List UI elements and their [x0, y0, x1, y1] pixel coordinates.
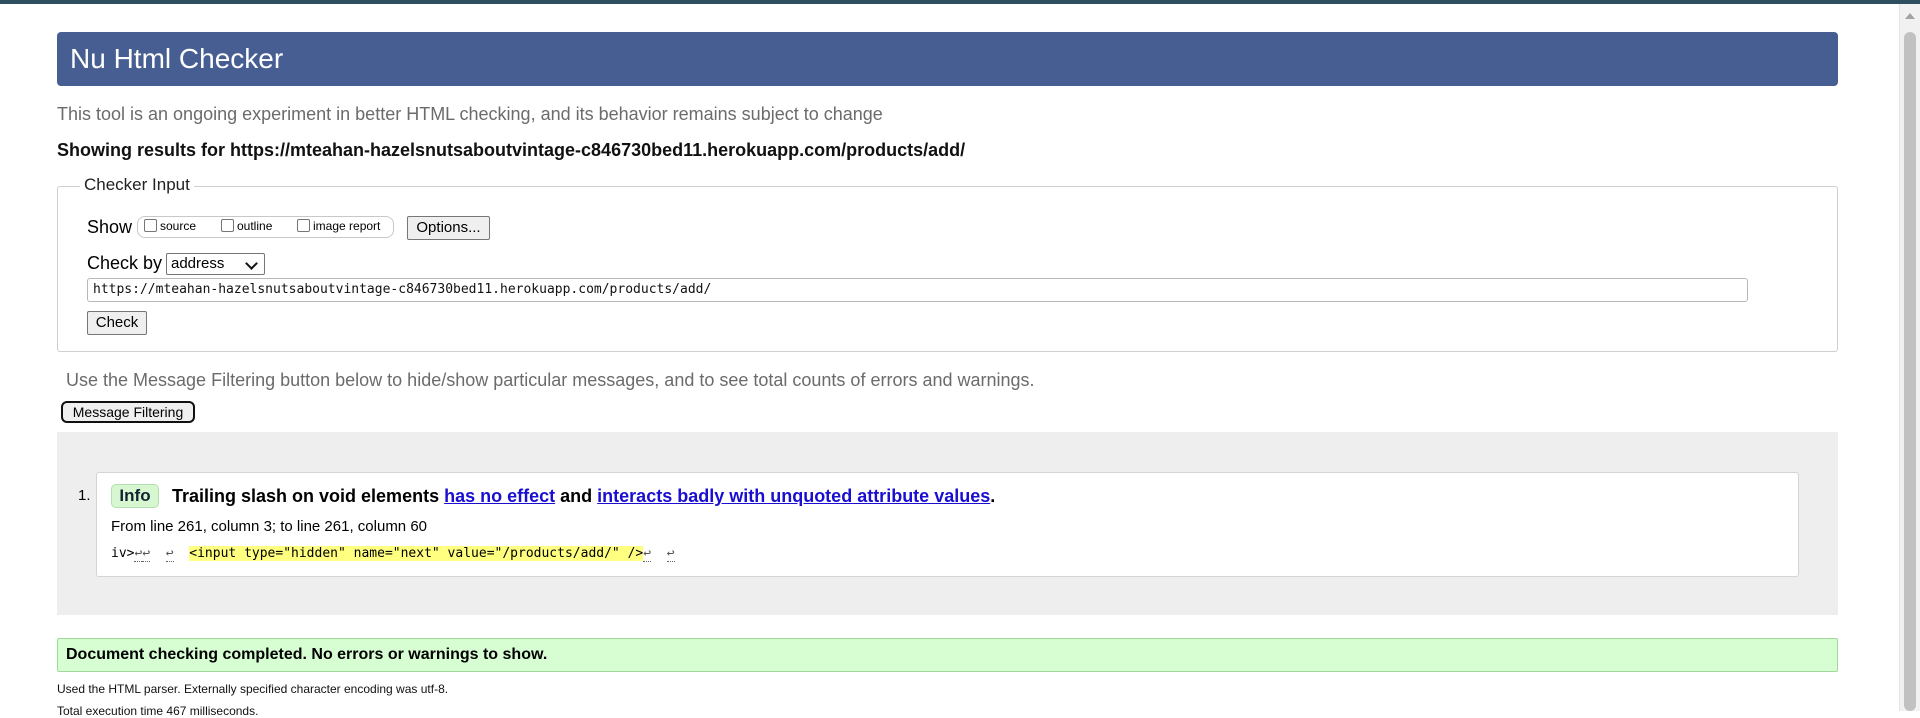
message-filtering-button[interactable]: Message Filtering — [61, 401, 195, 423]
source-checkbox[interactable] — [144, 219, 157, 232]
info-badge: Info — [111, 484, 159, 508]
extract-before: iv> — [111, 546, 135, 561]
line-feed-icon: ↩ — [643, 546, 652, 562]
scrollbar-thumb[interactable] — [1904, 32, 1916, 711]
parser-details: Used the HTML parser. Externally specifi… — [57, 682, 449, 696]
line-feed-icon: ↩ — [165, 546, 174, 562]
message-text-middle: and — [560, 486, 593, 506]
vertical-scrollbar[interactable] — [1899, 4, 1920, 711]
check-button[interactable]: Check — [87, 311, 147, 335]
outline-checkbox[interactable] — [221, 219, 234, 232]
show-image-report-option[interactable]: image report — [297, 219, 380, 233]
checker-input-fieldset: Checker Input Show source outline image … — [57, 175, 1838, 352]
check-by-select[interactable]: address — [166, 253, 265, 275]
checker-input-legend: Checker Input — [80, 175, 194, 195]
message-number: 1. — [78, 487, 91, 504]
page-header: Nu Html Checker — [57, 32, 1838, 86]
line-feed-icon: ↩ — [142, 546, 151, 562]
line-feed-icon: ↩ — [666, 546, 675, 562]
browser-top-strip — [0, 0, 1920, 4]
tool-subtitle: This tool is an ongoing experiment in be… — [57, 104, 883, 124]
execution-time: Total execution time 467 milliseconds. — [57, 704, 259, 718]
show-outline-option[interactable]: outline — [221, 219, 272, 233]
options-button[interactable]: Options... — [407, 216, 490, 240]
message-text-prefix: Trailing slash on void elements — [172, 486, 440, 506]
show-options-group: source outline image report — [137, 216, 394, 238]
image-report-checkbox[interactable] — [297, 219, 310, 232]
scroll-up-icon[interactable] — [1905, 13, 1915, 19]
show-label: Show — [87, 217, 133, 237]
check-by-value: address — [171, 255, 225, 272]
show-source-option[interactable]: source — [144, 219, 196, 233]
message-text: Trailing slash on void elements has no e… — [172, 486, 995, 507]
message-text-suffix: . — [990, 486, 996, 506]
code-extract: iv> ↩ ↩ ↩ <input type="hidden" name="next"… — [111, 546, 675, 562]
check-by-label: Check by — [87, 253, 163, 273]
filter-instructions: Use the Message Filtering button below t… — [66, 370, 1035, 390]
results-heading: Showing results for https://mteahan-haze… — [57, 140, 966, 160]
results-panel: 1. Info Trailing slash on void elements … — [57, 432, 1838, 615]
has-no-effect-link[interactable]: has no effect — [444, 486, 555, 506]
message-location: From line 261, column 3; to line 261, co… — [111, 518, 428, 535]
source-label: source — [160, 219, 197, 233]
message-item: Info Trailing slash on void elements has… — [96, 472, 1799, 577]
outline-label: outline — [237, 219, 273, 233]
unquoted-attribute-values-link[interactable]: interacts badly with unquoted attribute … — [597, 486, 990, 506]
success-message: Document checking completed. No errors o… — [57, 638, 1838, 672]
page-title: Nu Html Checker — [70, 43, 284, 74]
image-report-label: image report — [313, 219, 381, 233]
url-input[interactable]: https://mteahan-hazelsnutsaboutvintage-c… — [87, 278, 1748, 302]
chevron-down-icon — [245, 257, 258, 270]
extract-highlight: <input type="hidden" name="next" value="… — [189, 546, 644, 561]
